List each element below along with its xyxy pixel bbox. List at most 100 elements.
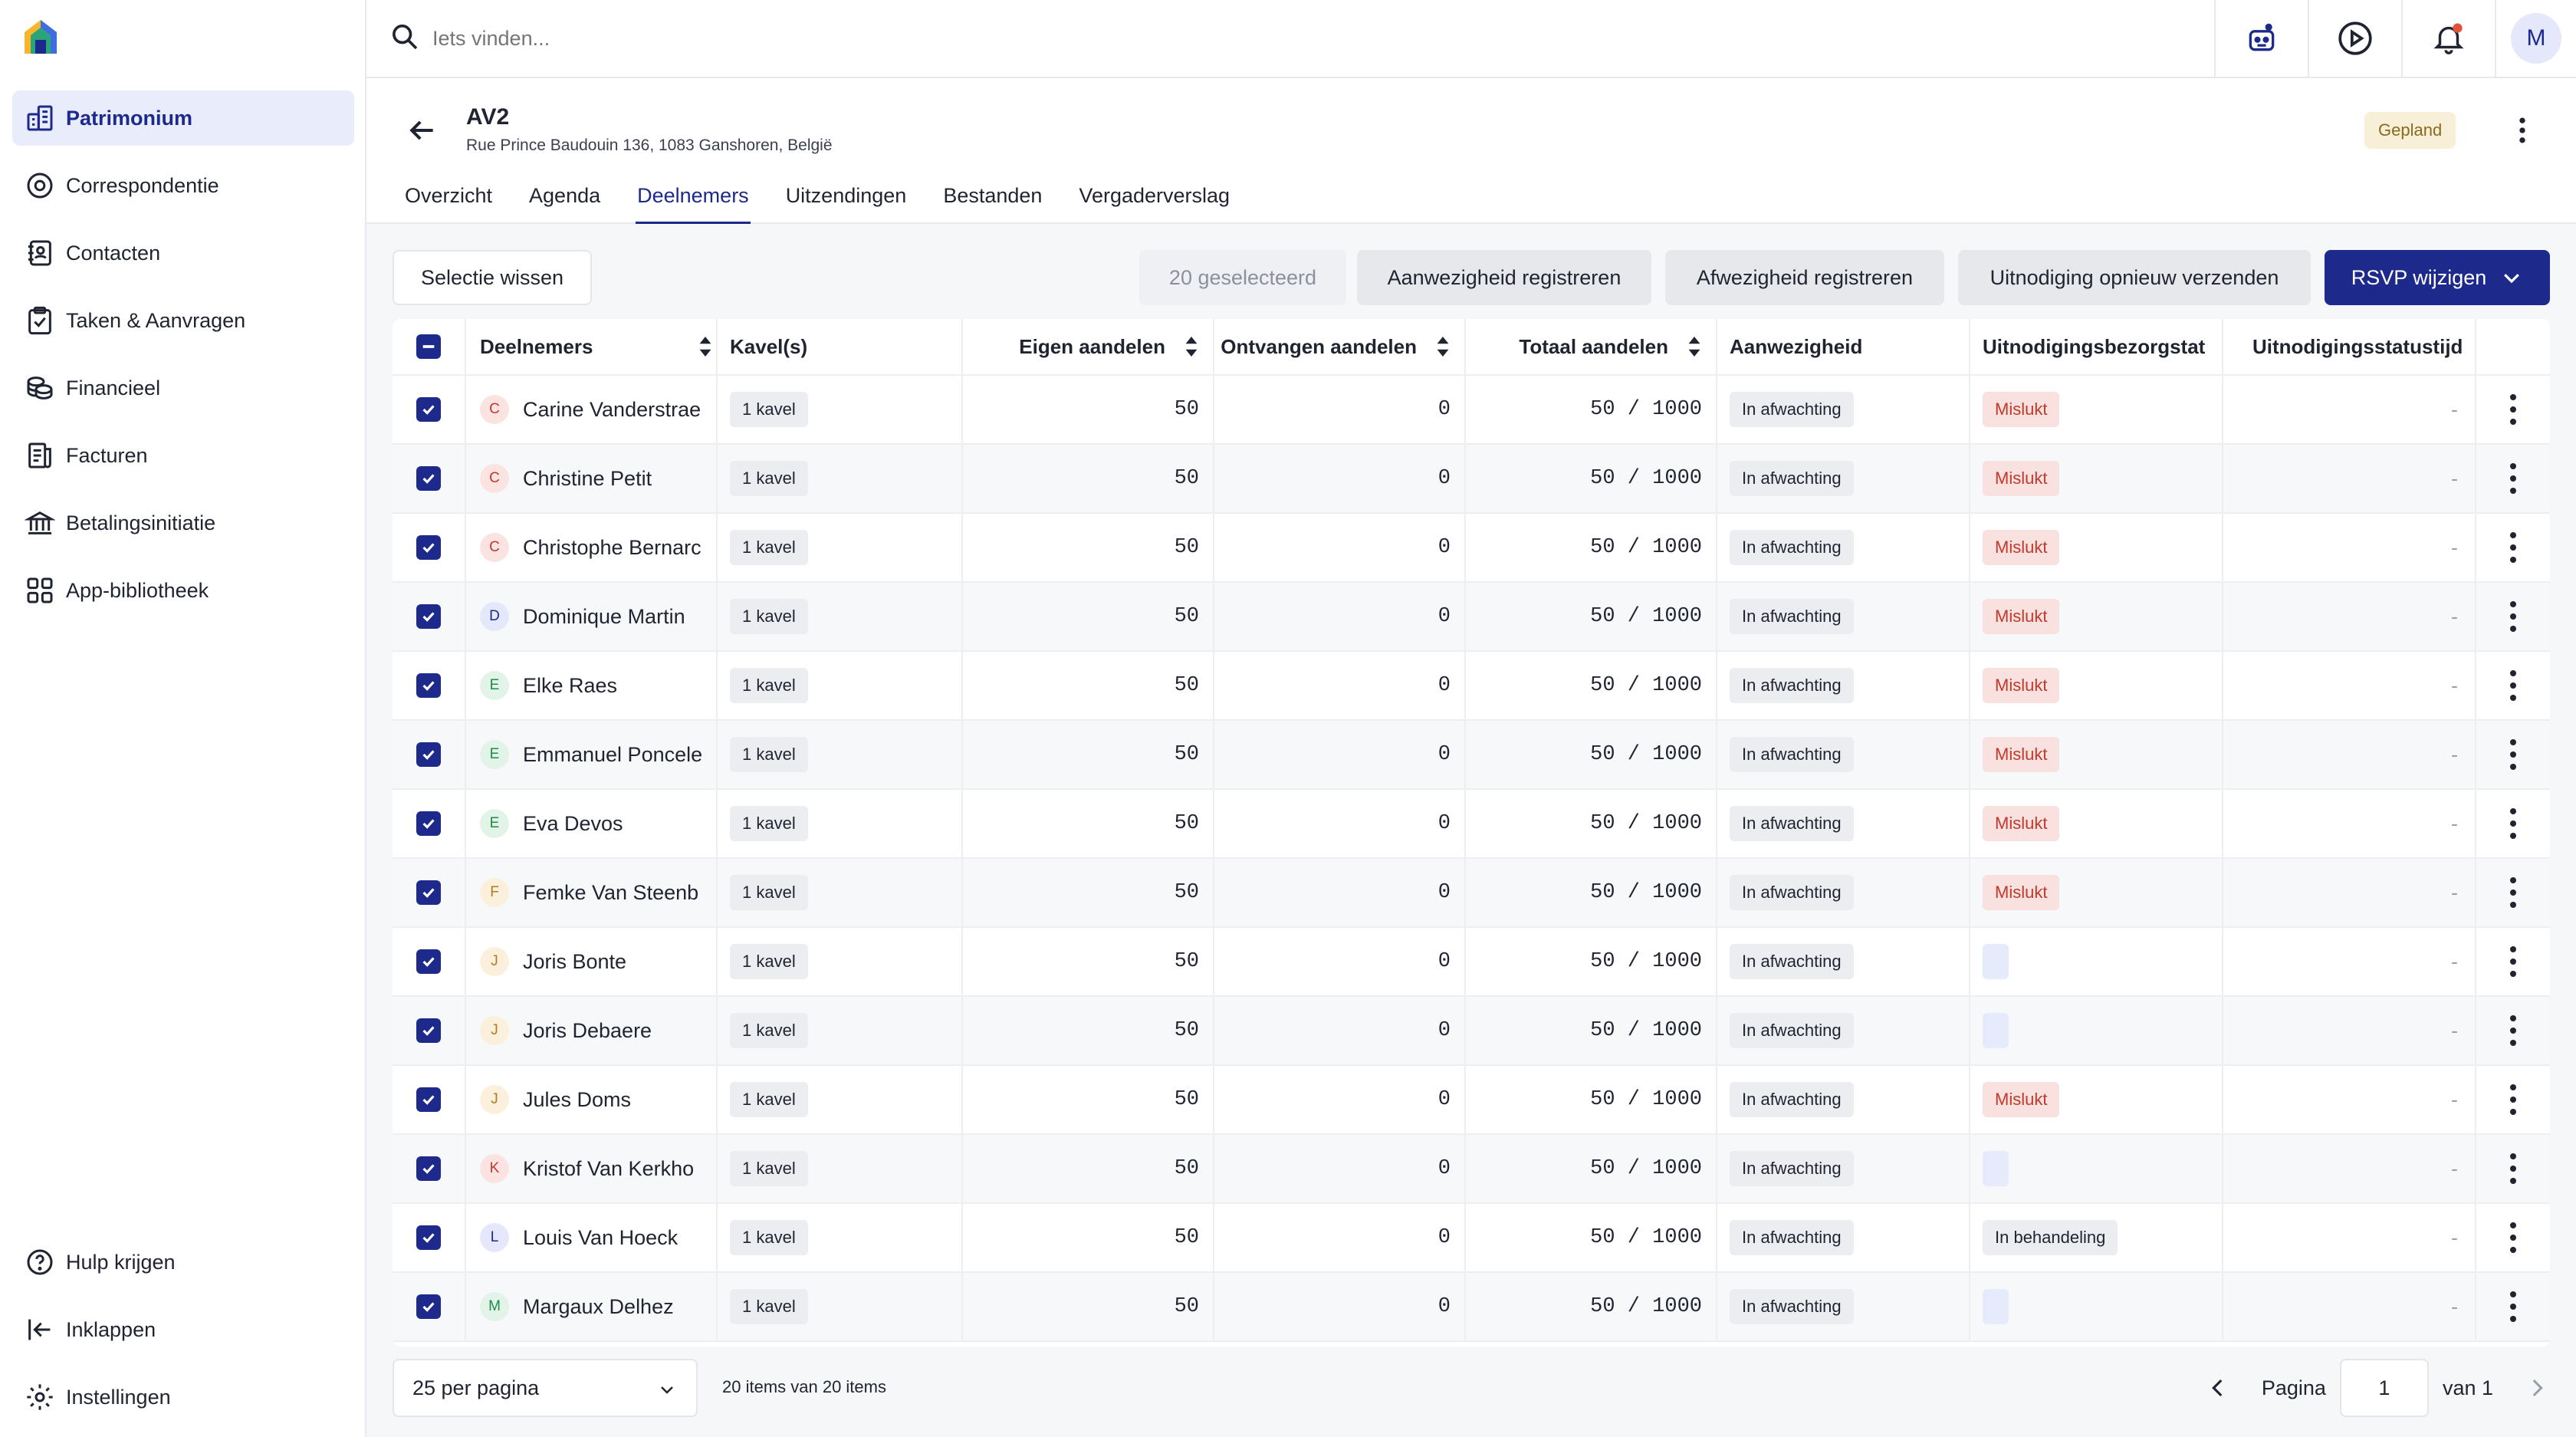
- more-options-icon[interactable]: [2509, 1222, 2518, 1253]
- more-options-icon[interactable]: [2509, 670, 2518, 701]
- assistant-button[interactable]: [2214, 0, 2308, 77]
- table-row[interactable]: F Femke Van Steenb 1 kavel 50 0 50 / 1000 In a…: [393, 859, 2550, 928]
- table-row[interactable]: J Joris Bonte 1 kavel 50 0 50 / 1000 In afwach…: [393, 928, 2550, 997]
- chevron-right-icon[interactable]: [2524, 1375, 2550, 1401]
- table-row[interactable]: M Margaux Delhez 1 kavel 50 0 50 / 1000 In afw…: [393, 1273, 2550, 1342]
- app-logo[interactable]: [23, 18, 58, 55]
- participant-cell[interactable]: J Joris Bonte: [466, 928, 718, 995]
- more-options-icon[interactable]: [2509, 532, 2518, 563]
- more-options-icon[interactable]: [2509, 1015, 2518, 1046]
- notifications-button[interactable]: [2401, 0, 2495, 77]
- sidebar-item-settings[interactable]: Instellingen: [12, 1370, 354, 1425]
- resend-invitation-button[interactable]: Uitnodiging opnieuw verzenden: [1958, 250, 2311, 305]
- participant-cell[interactable]: J Jules Doms: [466, 1066, 718, 1133]
- column-header-aanwezigheid[interactable]: Aanwezigheid: [1717, 319, 1970, 374]
- sidebar-item-patrimonium[interactable]: Patrimonium: [12, 90, 354, 146]
- row-checkbox[interactable]: [416, 1087, 441, 1112]
- sidebar-item-facturen[interactable]: Facturen: [12, 428, 354, 483]
- per-page-select[interactable]: 25 per pagina: [393, 1359, 698, 1417]
- column-header-statustijd[interactable]: Uitnodigingsstatustijd: [2223, 319, 2476, 374]
- row-checkbox[interactable]: [416, 1018, 441, 1043]
- chevron-left-icon[interactable]: [2205, 1375, 2231, 1401]
- row-checkbox[interactable]: [416, 535, 441, 560]
- back-arrow-icon[interactable]: [405, 113, 439, 147]
- table-row[interactable]: K Kristof Van Kerkho 1 kavel 50 0 50 / 1000 In…: [393, 1135, 2550, 1204]
- more-options-icon[interactable]: [2509, 1084, 2518, 1115]
- tab-vergaderverslag[interactable]: Vergaderverslag: [1079, 178, 1230, 224]
- table-row[interactable]: C Christophe Bernarc 1 kavel 50 0 50 / 1000 In…: [393, 514, 2550, 583]
- row-checkbox[interactable]: [416, 1294, 441, 1319]
- lots-cell: 1 kavel: [718, 859, 963, 926]
- column-header-kavels[interactable]: Kavel(s): [718, 319, 963, 374]
- table-row[interactable]: J Jules Doms 1 kavel 50 0 50 / 1000 In afwacht…: [393, 1066, 2550, 1135]
- tab-agenda[interactable]: Agenda: [529, 178, 600, 224]
- column-header-ontvangen-aandelen[interactable]: Ontvangen aandelen: [1214, 319, 1466, 374]
- table-row[interactable]: D Dominique Martin 1 kavel 50 0 50 / 1000 In a…: [393, 583, 2550, 652]
- row-checkbox[interactable]: [416, 949, 441, 974]
- table-row[interactable]: L Louis Van Hoeck 1 kavel 50 0 50 / 1000 In af…: [393, 1204, 2550, 1273]
- tab-uitzendingen[interactable]: Uitzendingen: [786, 178, 907, 224]
- participant-cell[interactable]: C Carine Vanderstrae: [466, 376, 718, 443]
- row-checkbox[interactable]: [416, 604, 441, 629]
- select-all-checkbox[interactable]: [416, 334, 441, 359]
- tab-bestanden[interactable]: Bestanden: [943, 178, 1042, 224]
- more-options-icon[interactable]: [2509, 877, 2518, 908]
- row-checkbox[interactable]: [416, 397, 441, 422]
- register-absence-button[interactable]: Afwezigheid registreren: [1665, 250, 1944, 305]
- more-options-icon[interactable]: [2509, 946, 2518, 977]
- play-video-button[interactable]: [2308, 0, 2401, 77]
- participant-cell[interactable]: J Joris Debaere: [466, 997, 718, 1064]
- row-checkbox[interactable]: [416, 673, 441, 698]
- sidebar-item-betalingsinitiatie[interactable]: Betalingsinitiatie: [12, 495, 354, 551]
- sidebar-item-help[interactable]: Hulp krijgen: [12, 1235, 354, 1290]
- column-header-bezorgstatus[interactable]: Uitnodigingsbezorgstat: [1970, 319, 2223, 374]
- register-presence-button[interactable]: Aanwezigheid registreren: [1357, 250, 1651, 305]
- column-header-eigen-aandelen[interactable]: Eigen aandelen: [963, 319, 1214, 374]
- more-options-icon[interactable]: [2509, 394, 2518, 425]
- participant-cell[interactable]: C Christine Petit: [466, 445, 718, 512]
- table-row[interactable]: C Carine Vanderstrae 1 kavel 50 0 50 / 1000 In…: [393, 376, 2550, 445]
- more-options-icon[interactable]: [2509, 463, 2518, 494]
- table-row[interactable]: E Emmanuel Poncele 1 kavel 50 0 50 / 1000 In a…: [393, 721, 2550, 790]
- tab-overzicht[interactable]: Overzicht: [405, 178, 492, 224]
- participant-cell[interactable]: E Eva Devos: [466, 790, 718, 857]
- table-row[interactable]: C Christine Petit 1 kavel 50 0 50 / 1000 In af…: [393, 445, 2550, 514]
- sidebar-item-collapse[interactable]: Inklappen: [12, 1302, 354, 1357]
- more-options-icon[interactable]: [2509, 1291, 2518, 1322]
- more-options-icon[interactable]: [2509, 601, 2518, 632]
- table-row[interactable]: J Joris Debaere 1 kavel 50 0 50 / 1000 In afwa…: [393, 997, 2550, 1066]
- page-number-input[interactable]: 1: [2339, 1359, 2429, 1417]
- sidebar-item-app-bibliotheek[interactable]: App-bibliotheek: [12, 563, 354, 618]
- participant-cell[interactable]: M Margaux Delhez: [466, 1273, 718, 1340]
- participant-cell[interactable]: D Dominique Martin: [466, 583, 718, 650]
- more-options-icon[interactable]: [2505, 113, 2539, 147]
- row-checkbox[interactable]: [416, 466, 441, 491]
- more-options-icon[interactable]: [2509, 1153, 2518, 1184]
- participant-cell[interactable]: F Femke Van Steenb: [466, 859, 718, 926]
- more-options-icon[interactable]: [2509, 739, 2518, 770]
- tab-deelnemers[interactable]: Deelnemers: [636, 178, 751, 224]
- user-menu-button[interactable]: M: [2495, 0, 2576, 77]
- participant-cell[interactable]: E Emmanuel Poncele: [466, 721, 718, 788]
- sidebar-item-financieel[interactable]: Financieel: [12, 360, 354, 416]
- sidebar-item-correspondentie[interactable]: Correspondentie: [12, 158, 354, 213]
- search-input[interactable]: [432, 17, 1122, 60]
- row-checkbox[interactable]: [416, 880, 441, 905]
- sidebar-item-taken[interactable]: Taken & Aanvragen: [12, 293, 354, 348]
- row-checkbox[interactable]: [416, 811, 441, 836]
- sidebar-item-contacten[interactable]: Contacten: [12, 225, 354, 281]
- table-row[interactable]: E Elke Raes 1 kavel 50 0 50 / 1000 In afwachti…: [393, 652, 2550, 721]
- row-checkbox[interactable]: [416, 1225, 441, 1250]
- clear-selection-button[interactable]: Selectie wissen: [393, 250, 592, 305]
- column-header-deelnemers[interactable]: Deelnemers: [466, 319, 718, 374]
- column-header-totaal-aandelen[interactable]: Totaal aandelen: [1466, 319, 1717, 374]
- participant-cell[interactable]: K Kristof Van Kerkho: [466, 1135, 718, 1202]
- more-options-icon[interactable]: [2509, 808, 2518, 839]
- participant-cell[interactable]: L Louis Van Hoeck: [466, 1204, 718, 1271]
- change-rsvp-button[interactable]: RSVP wijzigen: [2325, 250, 2550, 305]
- participant-cell[interactable]: C Christophe Bernarc: [466, 514, 718, 581]
- row-checkbox[interactable]: [416, 742, 441, 767]
- table-row[interactable]: E Eva Devos 1 kavel 50 0 50 / 1000 In afwachti…: [393, 790, 2550, 859]
- row-checkbox[interactable]: [416, 1156, 441, 1181]
- participant-cell[interactable]: E Elke Raes: [466, 652, 718, 719]
